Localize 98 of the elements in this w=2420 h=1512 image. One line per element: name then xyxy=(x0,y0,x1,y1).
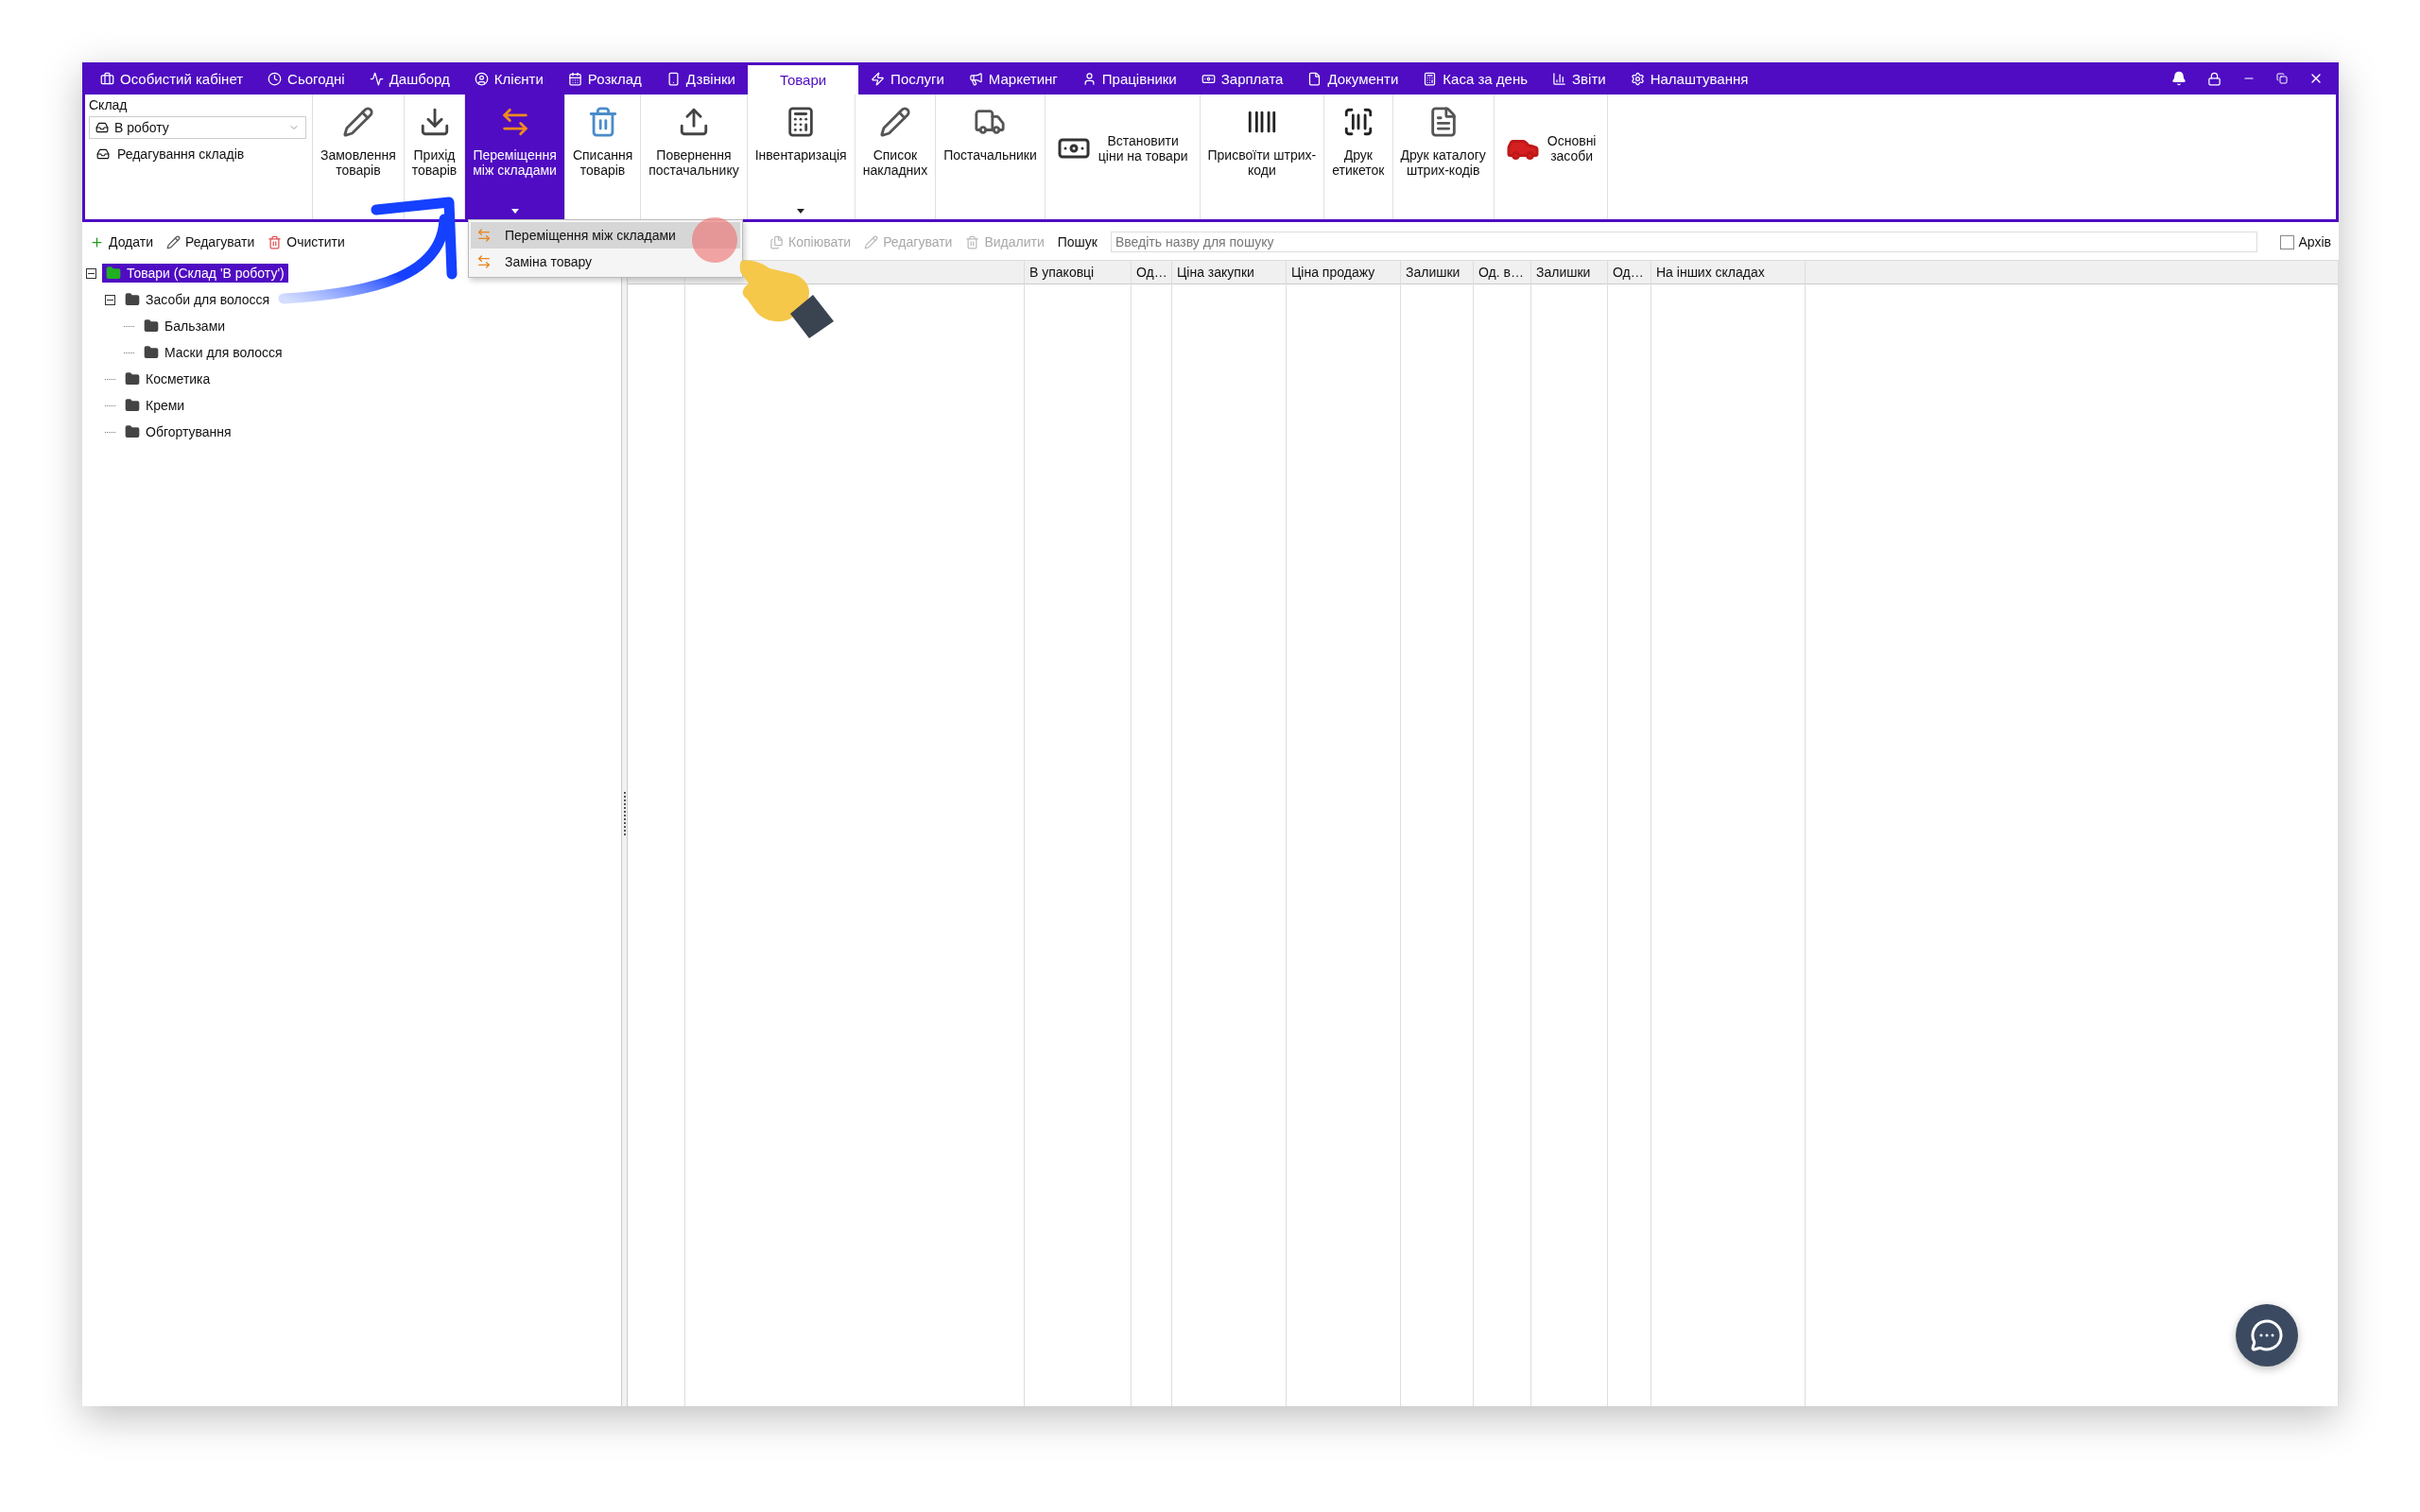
toolbar-button[interactable]: Друк етикеток xyxy=(1324,94,1393,219)
tree-item[interactable]: Косметика xyxy=(121,369,215,388)
edit-warehouses-link[interactable]: Редагування складів xyxy=(89,143,308,165)
tree-line xyxy=(105,431,115,433)
folder-icon xyxy=(125,424,140,439)
tree-item[interactable]: Бальзами xyxy=(140,317,230,335)
tree-item[interactable]: Креми xyxy=(121,396,189,415)
click-indicator xyxy=(692,217,737,263)
column-header[interactable]: Залишки xyxy=(1401,261,1473,284)
calculator-icon xyxy=(1423,71,1438,86)
column-header[interactable]: В упаковці xyxy=(1025,261,1131,284)
arrows-icon xyxy=(476,254,492,269)
tree-line xyxy=(124,325,134,327)
menu-tab[interactable]: Клієнти xyxy=(461,62,556,94)
document-icon xyxy=(1307,71,1322,86)
pencil-icon xyxy=(864,234,879,249)
warehouse-select[interactable]: В роботу xyxy=(89,116,306,139)
folder-icon xyxy=(144,318,159,334)
column-header[interactable]: Ціна продажу xyxy=(1287,261,1400,284)
person-icon xyxy=(1081,71,1097,86)
settings-icon xyxy=(1630,71,1645,86)
splitter-grip[interactable] xyxy=(623,791,626,837)
column-header[interactable]: Ціна закупки xyxy=(1172,261,1286,284)
tree-line xyxy=(124,352,134,353)
menu-tab[interactable]: Особистий кабінет xyxy=(88,62,256,94)
copy-icon xyxy=(769,234,784,249)
megaphone-icon xyxy=(968,71,983,86)
search-label: Пошук xyxy=(1057,234,1098,249)
column-header[interactable]: Од… xyxy=(1608,261,1651,284)
menu-tab[interactable]: Розклад xyxy=(555,62,654,94)
field-label: Склад xyxy=(89,97,129,112)
menu-tab[interactable]: Товари xyxy=(747,65,859,94)
calendar-icon xyxy=(567,71,582,86)
bell-icon[interactable] xyxy=(2171,71,2187,86)
menu-tab[interactable]: Зарплата xyxy=(1188,62,1296,94)
trash-icon xyxy=(268,234,283,249)
lock-icon[interactable] xyxy=(2207,71,2221,86)
tree-item[interactable]: Обгортування xyxy=(121,422,235,441)
tree-item[interactable]: Засоби для волосся xyxy=(121,290,274,309)
menu-tab[interactable]: Звіти xyxy=(1540,62,1618,94)
menu-tab[interactable]: Дашборд xyxy=(356,62,462,94)
toolbar-button[interactable]: Редагувати xyxy=(166,234,255,249)
folder-icon xyxy=(125,398,140,413)
search-field[interactable]: Введіть назву для пошуку xyxy=(1110,232,2258,252)
menu-tab[interactable]: Послуги xyxy=(858,62,957,94)
arrows-icon xyxy=(476,228,492,243)
bar-chart-icon xyxy=(1552,71,1567,86)
toolbar-button[interactable]: Присвоїти штрих- коди xyxy=(1200,94,1325,219)
trash-icon xyxy=(965,234,980,249)
menu-item[interactable]: Заміна товару xyxy=(471,249,740,275)
chat-icon xyxy=(2250,1318,2284,1352)
pulse-icon xyxy=(369,71,384,86)
menu-tab[interactable]: Документи xyxy=(1295,62,1411,94)
toolbar-button[interactable]: Встановити ціни на товари xyxy=(1045,94,1201,219)
tree-item[interactable]: Товари (Склад 'В роботу') xyxy=(102,264,288,283)
checkbox-label: Архів xyxy=(2298,234,2331,249)
lightning-icon xyxy=(871,71,886,86)
menu-tab[interactable]: Каса за день xyxy=(1410,62,1541,94)
expander-icon[interactable] xyxy=(86,267,96,279)
folder-icon xyxy=(106,266,121,281)
toolbar-button[interactable]: Замовлення товарів xyxy=(313,94,405,219)
expander-icon[interactable] xyxy=(105,294,115,305)
pencil-icon xyxy=(341,106,374,138)
menu-tab[interactable]: Працівники xyxy=(1069,62,1189,94)
column-header[interactable]: Залишки xyxy=(1531,261,1607,284)
menu-tab[interactable]: Налаштування xyxy=(1617,62,1761,94)
folder-icon xyxy=(144,345,159,360)
toolbar-button[interactable]: Основні засоби xyxy=(1494,94,1609,219)
plus-icon xyxy=(90,234,104,249)
toolbar-button[interactable]: Переміщення між складами xyxy=(465,94,565,219)
toolbar-button[interactable]: Інвентаризація xyxy=(747,94,856,219)
archive-checkbox[interactable] xyxy=(2280,234,2295,249)
menu-tab[interactable]: Маркетинг xyxy=(956,62,1070,94)
pencil-icon xyxy=(166,234,181,249)
tree-line xyxy=(105,404,115,406)
menu-tab[interactable]: Дзвінки xyxy=(653,62,748,94)
tree-line xyxy=(105,378,115,380)
menu-item[interactable]: Переміщення між складами xyxy=(471,222,740,249)
tray-icon xyxy=(95,121,109,134)
briefcase-icon xyxy=(100,71,114,86)
phone-icon xyxy=(666,71,681,86)
column-header[interactable]: Од. в… xyxy=(1474,261,1530,284)
tray-icon xyxy=(96,147,110,161)
toolbar-button[interactable]: Друк каталогу штрих-кодів xyxy=(1392,94,1495,219)
folder-icon xyxy=(125,292,140,307)
pencil-icon xyxy=(878,106,911,138)
restore-icon[interactable] xyxy=(2276,73,2288,84)
column-header[interactable]: Од… xyxy=(1132,261,1171,284)
column-header[interactable]: На інших складах xyxy=(1651,261,1805,284)
clock-icon xyxy=(268,71,283,86)
toolbar-button[interactable]: Постачальники xyxy=(936,94,1046,219)
folder-icon xyxy=(125,371,140,387)
toolbar-button[interactable]: Додати xyxy=(90,234,153,249)
toolbar-button[interactable]: Список накладних xyxy=(855,94,937,219)
user-icon xyxy=(474,71,489,86)
menu-tab[interactable]: Сьогодні xyxy=(255,62,357,94)
toolbar-button[interactable]: Очистити xyxy=(268,234,345,249)
tree-item[interactable]: Маски для волосся xyxy=(140,343,286,362)
